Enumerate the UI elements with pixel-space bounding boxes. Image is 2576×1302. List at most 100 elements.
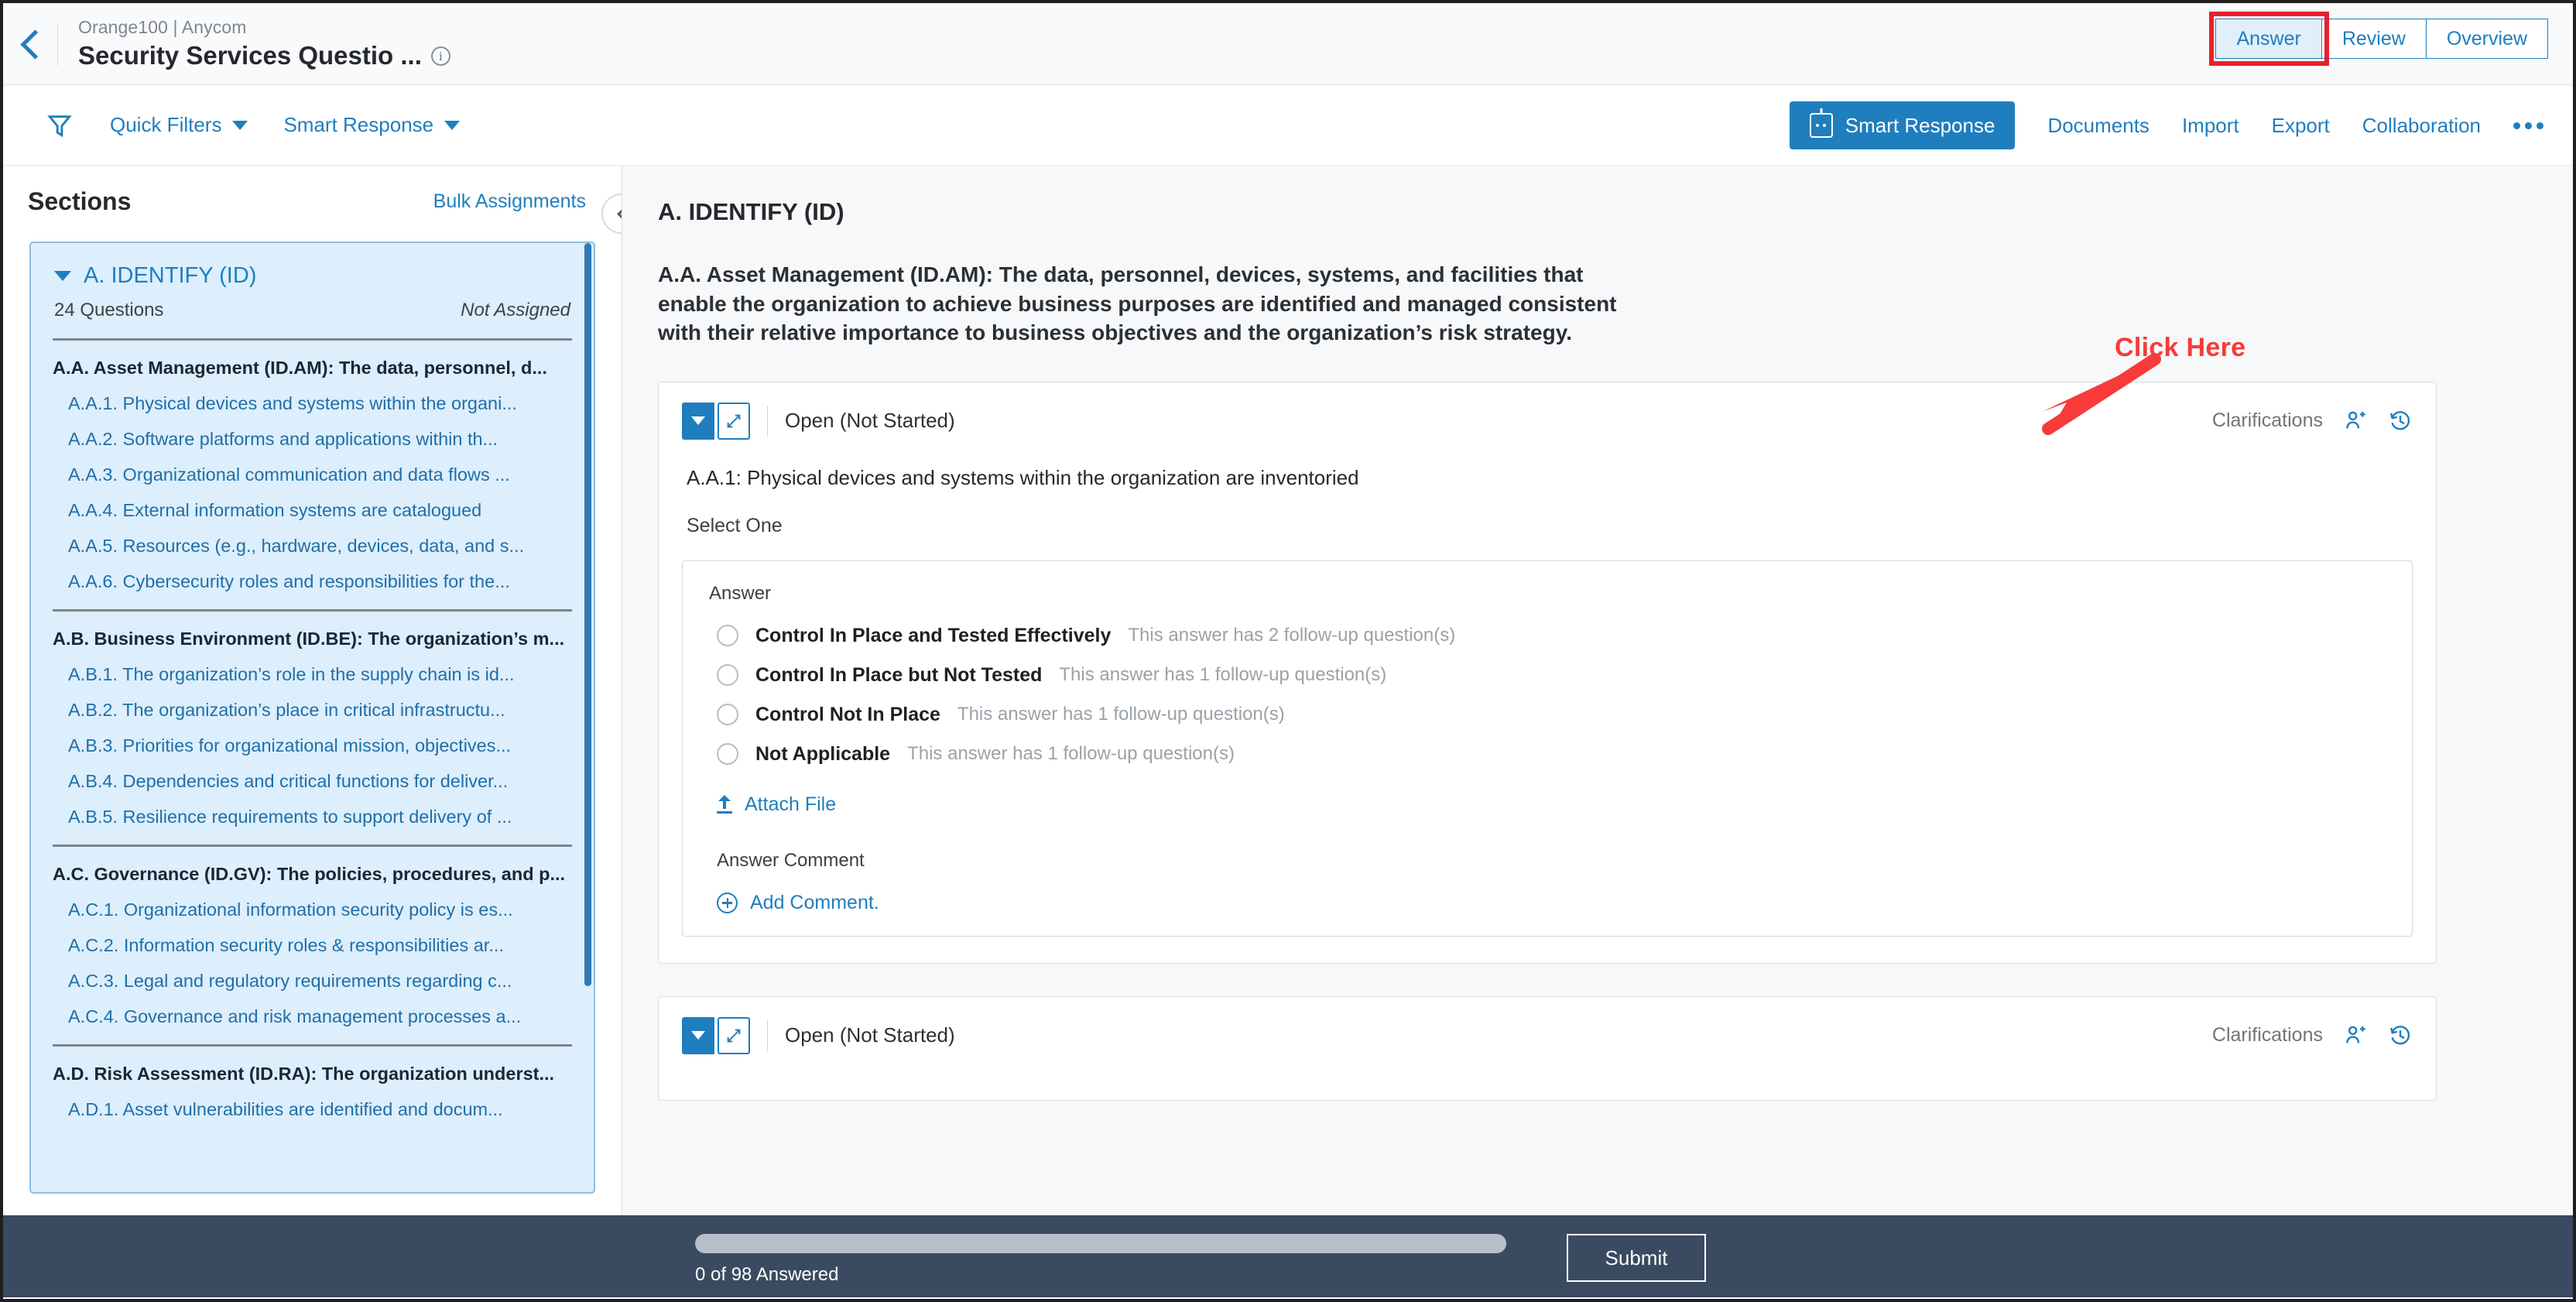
- add-comment-label: Add Comment.: [750, 891, 879, 913]
- robot-icon: [1809, 113, 1833, 138]
- chevron-down-icon[interactable]: [682, 1016, 714, 1054]
- app-header: Orange100 | Anycom Security Services Que…: [3, 3, 2573, 85]
- radio-button[interactable]: [717, 704, 738, 726]
- select-one-label: Select One: [687, 514, 783, 536]
- list-item[interactable]: A.B.4. Dependencies and critical functio…: [31, 756, 594, 792]
- expand-icon[interactable]: [718, 1016, 750, 1054]
- section-name: A. IDENTIFY (ID): [84, 263, 257, 288]
- question-card-header: Open (Not Started) Clarifications: [682, 1016, 2413, 1054]
- radio-button[interactable]: [717, 664, 738, 687]
- answer-comment-label: Answer Comment: [717, 849, 865, 871]
- sidebar-scrollbar[interactable]: [584, 243, 591, 1192]
- answer-option-note: This answer has 1 follow-up question(s): [957, 704, 1285, 725]
- history-clock-icon[interactable]: [2388, 409, 2413, 433]
- answer-option-row[interactable]: Not Applicable This answer has 1 follow-…: [709, 726, 2412, 766]
- expand-icon[interactable]: [718, 402, 750, 440]
- submit-button[interactable]: Submit: [1567, 1234, 1706, 1282]
- sidebar-group-label[interactable]: A.D. Risk Assessment (ID.RA): The organi…: [31, 1047, 594, 1084]
- tab-answer[interactable]: Answer: [2215, 19, 2322, 59]
- funnel-icon[interactable]: [46, 112, 73, 139]
- import-link[interactable]: Import: [2182, 114, 2239, 138]
- clarifications-link[interactable]: Clarifications: [2212, 1024, 2323, 1047]
- clarifications-link[interactable]: Clarifications: [2212, 409, 2323, 432]
- list-item[interactable]: A.A.6. Cybersecurity roles and responsib…: [31, 557, 594, 592]
- main-section-title: A. IDENTIFY (ID): [658, 198, 844, 225]
- list-item[interactable]: A.B.5. Resilience requirements to suppor…: [31, 792, 594, 827]
- header-text-block: Orange100 | Anycom Security Services Que…: [78, 17, 450, 70]
- chevron-down-icon: [232, 120, 248, 130]
- main-content: A. IDENTIFY (ID) A.A. Asset Management (…: [622, 166, 2573, 1215]
- list-item[interactable]: A.C.4. Governance and risk management pr…: [31, 992, 594, 1027]
- list-item[interactable]: A.D.1. Asset vulnerabilities are identif…: [31, 1084, 594, 1120]
- info-icon[interactable]: i: [430, 46, 450, 66]
- list-item[interactable]: A.A.5. Resources (e.g., hardware, device…: [31, 521, 594, 557]
- chevron-down-icon[interactable]: [682, 402, 714, 440]
- attach-file-label: Attach File: [745, 793, 837, 815]
- answer-option-label: Control In Place but Not Tested: [755, 663, 1043, 686]
- section-header-row[interactable]: A. IDENTIFY (ID): [31, 257, 594, 289]
- chevron-left-icon: [22, 29, 39, 59]
- tab-overview[interactable]: Overview: [2425, 19, 2548, 59]
- answer-option-label: Not Applicable: [755, 742, 891, 765]
- add-person-icon[interactable]: [2343, 1023, 2368, 1048]
- answer-options-box: Answer Control In Place and Tested Effec…: [682, 560, 2413, 937]
- sidebar-group-label[interactable]: A.C. Governance (ID.GV): The policies, p…: [31, 847, 594, 885]
- list-item[interactable]: A.B.1. The organization’s role in the su…: [31, 649, 594, 685]
- back-button[interactable]: [3, 3, 57, 85]
- progress-area: 0 of 98 Answered: [695, 1234, 1506, 1286]
- documents-link[interactable]: Documents: [2047, 114, 2150, 138]
- answer-option-row[interactable]: Control In Place and Tested Effectively …: [709, 608, 2412, 647]
- status-badge: Open (Not Started): [785, 1023, 955, 1047]
- section-meta: 24 Questions Not Assigned: [31, 289, 594, 321]
- main-section-description: A.A. Asset Management (ID.AM): The data,…: [658, 262, 1617, 345]
- status-badge: Open (Not Started): [785, 409, 955, 433]
- smart-response-button[interactable]: Smart Response: [1789, 101, 2016, 149]
- history-clock-icon[interactable]: [2388, 1023, 2413, 1048]
- action-toolbar: Quick Filters Smart Response Smart Respo…: [3, 85, 2573, 166]
- quick-filters-menu[interactable]: Quick Filters: [110, 113, 248, 137]
- list-item[interactable]: A.C.1. Organizational information securi…: [31, 885, 594, 920]
- sidebar-group-label[interactable]: A.A. Asset Management (ID.AM): The data,…: [31, 341, 594, 379]
- sections-sidebar: Sections Bulk Assignments A. IDENTIFY (I…: [3, 166, 622, 1215]
- list-item[interactable]: A.C.2. Information security roles & resp…: [31, 920, 594, 956]
- sections-header: Sections Bulk Assignments: [3, 166, 622, 237]
- smart-response-button-label: Smart Response: [1845, 113, 1995, 137]
- breadcrumb: Orange100 | Anycom: [78, 17, 247, 37]
- chevron-down-icon[interactable]: [54, 271, 71, 281]
- answer-option-label: Control Not In Place: [755, 703, 940, 725]
- list-item[interactable]: A.A.1. Physical devices and systems with…: [31, 379, 594, 414]
- smart-response-menu[interactable]: Smart Response: [283, 113, 461, 137]
- title-row: Security Services Questio ... i: [78, 41, 450, 70]
- divider: [767, 405, 768, 437]
- progress-label: 0 of 98 Answered: [695, 1264, 839, 1285]
- chevron-left-icon: [616, 206, 622, 221]
- section-card-identify[interactable]: A. IDENTIFY (ID) 24 Questions Not Assign…: [29, 242, 595, 1194]
- attach-file-button[interactable]: Attach File: [709, 766, 2412, 816]
- answer-option-row[interactable]: Control Not In Place This answer has 1 f…: [709, 687, 2412, 726]
- radio-button[interactable]: [717, 625, 738, 647]
- question-card-actions: Clarifications: [2212, 403, 2413, 440]
- list-item[interactable]: A.B.2. The organization’s place in criti…: [31, 685, 594, 721]
- export-link[interactable]: Export: [2272, 114, 2330, 138]
- radio-button[interactable]: [717, 743, 738, 766]
- answer-option-row[interactable]: Control In Place but Not Tested This ans…: [709, 647, 2412, 687]
- scrollbar-thumb[interactable]: [584, 243, 591, 986]
- toolbar-right-group: Smart Response Documents Import Export C…: [1789, 85, 2547, 166]
- body-area: Sections Bulk Assignments A. IDENTIFY (I…: [3, 166, 2573, 1215]
- list-item[interactable]: A.A.4. External information systems are …: [31, 485, 594, 521]
- list-item[interactable]: A.B.3. Priorities for organizational mis…: [31, 721, 594, 756]
- add-person-icon[interactable]: [2343, 409, 2368, 433]
- list-item[interactable]: A.C.3. Legal and regulatory requirements…: [31, 956, 594, 992]
- list-item[interactable]: A.A.2. Software platforms and applicatio…: [31, 414, 594, 450]
- collaboration-link[interactable]: Collaboration: [2362, 114, 2481, 138]
- annotation-arrow: [2042, 353, 2161, 435]
- more-options-icon[interactable]: [2513, 122, 2543, 129]
- add-comment-button[interactable]: Add Comment.: [709, 872, 2412, 914]
- bulk-assignments-link[interactable]: Bulk Assignments: [433, 190, 586, 213]
- quick-filters-label: Quick Filters: [110, 113, 222, 136]
- upload-icon: [717, 795, 732, 814]
- tab-review[interactable]: Review: [2321, 19, 2427, 59]
- list-item[interactable]: A.A.3. Organizational communication and …: [31, 450, 594, 485]
- footer-bar: 0 of 98 Answered Submit: [3, 1215, 2573, 1297]
- sidebar-group-label[interactable]: A.B. Business Environment (ID.BE): The o…: [31, 612, 594, 649]
